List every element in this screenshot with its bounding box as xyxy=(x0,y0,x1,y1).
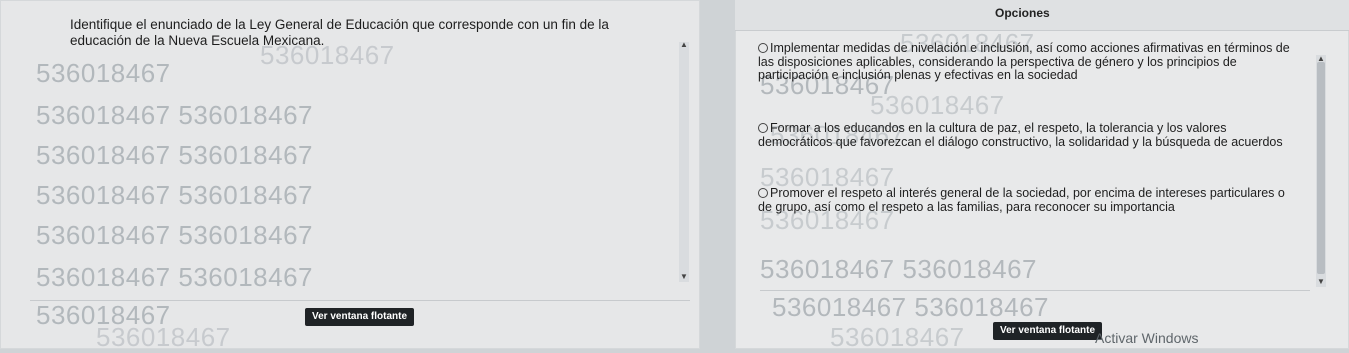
watermark: 536018467 536018467 xyxy=(36,262,314,292)
option-item[interactable]: Formar a los educandos en la cultura de … xyxy=(758,121,1298,149)
watermark: 536018467 536018467 xyxy=(36,220,314,250)
option-text: Implementar medidas de nivelación e incl… xyxy=(758,41,1290,82)
watermark: 536018467 536018467 xyxy=(36,100,314,130)
watermark: 536018467 xyxy=(36,58,171,88)
watermark: 536018467 536018467 xyxy=(760,254,1038,284)
watermark: 536018467 536018467 xyxy=(36,180,314,210)
scroll-up-icon[interactable]: ▲ xyxy=(1316,54,1326,64)
question-scrollbar[interactable] xyxy=(679,42,689,282)
options-scrollbar-thumb[interactable] xyxy=(1317,62,1325,274)
windows-activation-text: Activar Windows xyxy=(1095,330,1199,346)
divider xyxy=(30,300,690,301)
scroll-up-icon[interactable]: ▲ xyxy=(679,40,689,50)
option-item[interactable]: Promover el respeto al interés general d… xyxy=(758,186,1298,214)
option-text: Formar a los educandos en la cultura de … xyxy=(758,121,1283,149)
option-text: Promover el respeto al interés general d… xyxy=(758,186,1285,214)
question-text: Identifique el enunciado de la Ley Gener… xyxy=(70,17,609,48)
divider xyxy=(760,290,1310,291)
watermark: 536018467 536018467 xyxy=(36,140,314,170)
watermark: 536018467 xyxy=(870,90,1005,120)
scroll-down-icon[interactable]: ▼ xyxy=(679,272,689,282)
watermark: 536018467 xyxy=(830,322,965,352)
radio-icon[interactable] xyxy=(758,42,768,53)
floating-window-button[interactable]: Ver ventana flotante xyxy=(305,308,415,326)
radio-icon[interactable] xyxy=(758,187,768,198)
option-item[interactable]: Implementar medidas de nivelación e incl… xyxy=(758,41,1298,83)
watermark: 536018467 xyxy=(96,322,231,352)
floating-window-button[interactable]: Ver ventana flotante xyxy=(993,322,1103,340)
watermark: 536018467 536018467 xyxy=(772,292,1050,322)
scroll-down-icon[interactable]: ▼ xyxy=(1316,277,1326,287)
options-title: Opciones xyxy=(995,6,1050,20)
radio-icon[interactable] xyxy=(758,122,768,133)
